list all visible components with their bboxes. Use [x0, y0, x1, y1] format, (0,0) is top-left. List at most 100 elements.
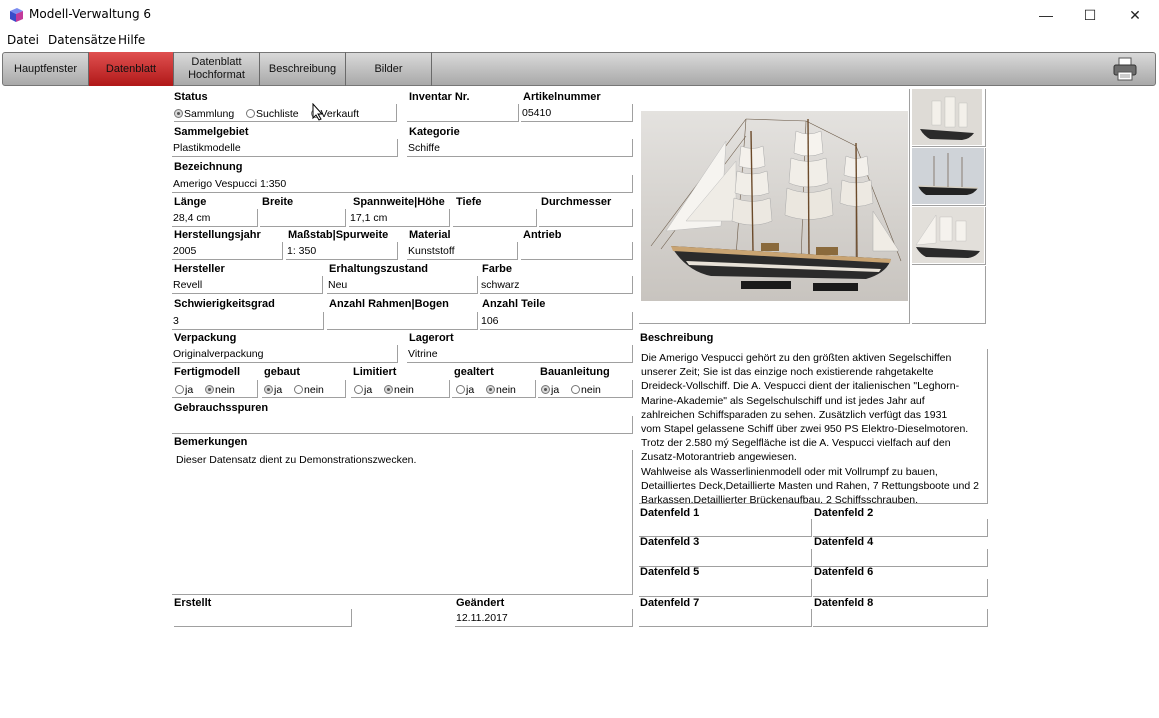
- gebaut-ja-radio[interactable]: [264, 385, 273, 394]
- ship-thumb-3[interactable]: [912, 207, 986, 265]
- massstab-field[interactable]: 1: 350: [286, 242, 398, 260]
- gealtert-ja-radio[interactable]: [456, 385, 465, 394]
- herstellungsjahr-label: Herstellungsjahr: [174, 229, 261, 241]
- massstab-label: Maßstab|Spurweite: [288, 229, 389, 241]
- tab-datenblatt-hochformat[interactable]: Datenblatt Hochformat: [174, 52, 260, 86]
- maximize-button[interactable]: ☐: [1067, 0, 1113, 30]
- mouse-cursor-icon: [312, 103, 324, 121]
- beschreibung-line: Wahlweise als Wasserlinienmodell oder mi…: [641, 465, 938, 478]
- bauanleitung-ja-label: ja: [551, 384, 560, 396]
- beschreibung-label: Beschreibung: [640, 332, 714, 344]
- gealtert-nein-label: nein: [496, 384, 516, 396]
- limitiert-radio-group: ja nein: [354, 384, 414, 396]
- datenfeld-8-label: Datenfeld 8: [814, 597, 874, 609]
- lagerort-label: Lagerort: [409, 332, 454, 344]
- kategorie-field[interactable]: Schiffe: [407, 139, 633, 157]
- schwierigkeitsgrad-field[interactable]: 3: [172, 312, 324, 330]
- antrieb-label: Antrieb: [523, 229, 562, 241]
- bauanleitung-nein-radio[interactable]: [571, 385, 581, 394]
- gebaut-nein-label: nein: [304, 384, 324, 396]
- limitiert-label: Limitiert: [353, 366, 397, 378]
- beschreibung-line: Dreideck-Vollschiff. Die A. Vespucci die…: [641, 380, 960, 393]
- durchmesser-field[interactable]: [539, 209, 633, 227]
- erstellt-field[interactable]: [174, 609, 352, 627]
- sammelgebiet-field[interactable]: Plastikmodelle: [172, 139, 398, 157]
- hersteller-field[interactable]: Revell: [172, 276, 323, 294]
- lagerort-field[interactable]: Vitrine: [407, 345, 633, 363]
- bemerkungen-textarea[interactable]: Dieser Datensatz dient zu Demonstrations…: [172, 450, 633, 595]
- gebrauchsspuren-field[interactable]: [172, 416, 633, 434]
- material-field[interactable]: Kunststoff: [407, 242, 518, 260]
- bauanleitung-radio-group: ja nein: [541, 384, 601, 396]
- beschreibung-line: vom Stapel gelassene Schiff über zwei 95…: [641, 423, 969, 436]
- anzahl-teile-field[interactable]: 106: [480, 312, 633, 330]
- erhaltungszustand-field[interactable]: Neu: [327, 276, 478, 294]
- tab-hauptfenster[interactable]: Hauptfenster: [3, 52, 89, 86]
- datenfeld-5-field[interactable]: [639, 579, 812, 597]
- bezeichnung-field[interactable]: Amerigo Vespucci 1:350: [172, 175, 633, 193]
- tab-datenblatt[interactable]: Datenblatt: [89, 52, 174, 86]
- gealtert-nein-radio[interactable]: [486, 385, 496, 394]
- printer-icon[interactable]: [1112, 57, 1138, 81]
- kategorie-label: Kategorie: [409, 126, 460, 138]
- datenfeld-1-field[interactable]: [639, 519, 812, 537]
- fertigmodell-nein-radio[interactable]: [205, 385, 215, 394]
- limitiert-nein-label: nein: [394, 384, 414, 396]
- fertigmodell-ja-radio[interactable]: [175, 385, 184, 394]
- limitiert-nein-radio[interactable]: [384, 385, 394, 394]
- datenfeld-4-field[interactable]: [813, 549, 988, 567]
- tab-bilder[interactable]: Bilder: [346, 52, 432, 86]
- geaendert-field[interactable]: 12.11.2017: [455, 609, 633, 627]
- ship-thumb-1-image: [912, 89, 982, 145]
- menu-datensaetze[interactable]: Datensätze: [48, 33, 116, 47]
- app-cube-icon: [10, 8, 23, 22]
- beschreibung-line: unserer Zeit; Sie ist das einzige noch e…: [641, 366, 934, 379]
- fertigmodell-label: Fertigmodell: [174, 366, 241, 378]
- datenfeld-5-label: Datenfeld 5: [640, 566, 700, 578]
- ship-thumb-1[interactable]: [912, 89, 986, 147]
- datenfeld-3-field[interactable]: [639, 549, 812, 567]
- fertigmodell-ja-label: ja: [185, 384, 194, 396]
- status-field: [174, 104, 397, 122]
- inventar-nr-field[interactable]: [407, 104, 519, 122]
- anzahl-rahmen-field[interactable]: [327, 312, 478, 330]
- bauanleitung-ja-radio[interactable]: [541, 385, 550, 394]
- beschreibung-line: Trotz der 2.580 mý Segelfläche ist die A…: [641, 437, 951, 450]
- menu-datei[interactable]: Datei: [7, 33, 39, 47]
- durchmesser-label: Durchmesser: [541, 196, 612, 208]
- spannweite-field[interactable]: 17,1 cm: [349, 209, 450, 227]
- breite-field[interactable]: [260, 209, 346, 227]
- ship-photo[interactable]: [641, 111, 908, 301]
- menu-hilfe[interactable]: Hilfe: [118, 33, 145, 47]
- beschreibung-line: Detailliertes Deck,Detaillierte Masten u…: [641, 479, 979, 492]
- datenfeld-6-field[interactable]: [813, 579, 988, 597]
- antrieb-field[interactable]: [521, 242, 633, 260]
- datenfeld-2-label: Datenfeld 2: [814, 507, 874, 519]
- laenge-field[interactable]: 28,4 cm: [172, 209, 258, 227]
- datenfeld-7-field[interactable]: [639, 609, 812, 627]
- datenfeld-2-field[interactable]: [813, 519, 988, 537]
- datenfeld-4-label: Datenfeld 4: [814, 536, 874, 548]
- tiefe-field[interactable]: [453, 209, 537, 227]
- limitiert-ja-radio[interactable]: [354, 385, 363, 394]
- datenfeld-1-label: Datenfeld 1: [640, 507, 700, 519]
- minimize-button[interactable]: —: [1023, 0, 1069, 30]
- verpackung-label: Verpackung: [174, 332, 237, 344]
- ship-thumb-2[interactable]: [912, 148, 986, 206]
- tab-beschreibung[interactable]: Beschreibung: [260, 52, 346, 86]
- beschreibung-line: Barkassen.Detaillierter Brückenaufbau. 2…: [641, 494, 919, 504]
- datenfeld-6-label: Datenfeld 6: [814, 566, 874, 578]
- datenfeld-8-field[interactable]: [813, 609, 988, 627]
- gealtert-label: gealtert: [454, 366, 494, 378]
- herstellungsjahr-field[interactable]: 2005: [172, 242, 283, 260]
- empty-thumb[interactable]: [912, 266, 986, 324]
- schwierigkeitsgrad-label: Schwierigkeitsgrad: [174, 298, 275, 310]
- beschreibung-textarea[interactable]: Die Amerigo Vespucci gehört zu den größt…: [639, 349, 988, 504]
- close-button[interactable]: ✕: [1112, 0, 1158, 30]
- verpackung-field[interactable]: Originalverpackung: [172, 345, 398, 363]
- artikelnummer-field[interactable]: 05410: [521, 104, 633, 122]
- breite-label: Breite: [262, 196, 294, 208]
- farbe-field[interactable]: schwarz: [480, 276, 633, 294]
- gebaut-nein-radio[interactable]: [294, 385, 304, 394]
- anzahl-teile-label: Anzahl Teile: [482, 298, 546, 310]
